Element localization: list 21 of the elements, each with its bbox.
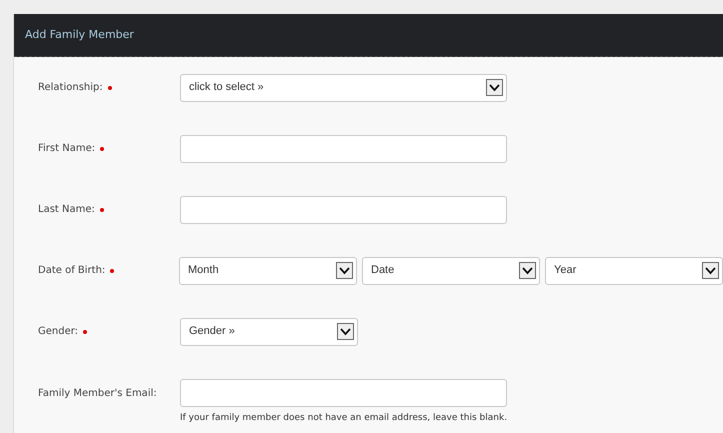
- chevron-down-icon: [702, 262, 719, 279]
- field-label: Relationship:: [38, 81, 103, 95]
- field-label: Gender:: [38, 325, 78, 339]
- text-field[interactable]: [180, 134, 507, 162]
- field-label: First Name:: [38, 142, 96, 156]
- select-field[interactable]: Date: [362, 256, 540, 284]
- field-label: Date of Birth:: [38, 264, 106, 278]
- panel-title: Add Family Member: [25, 26, 134, 43]
- chevron-down-icon: [336, 262, 353, 279]
- chevron-down-icon: [519, 262, 536, 279]
- chevron-down-icon: [486, 79, 503, 96]
- field-label: Last Name:: [38, 203, 95, 217]
- field-label: Family Member's Email:: [38, 386, 157, 400]
- select-field[interactable]: Month: [179, 256, 357, 284]
- select-field[interactable]: Year: [545, 256, 723, 284]
- select-field[interactable]: click to select »: [180, 74, 507, 102]
- text-field[interactable]: [180, 196, 507, 224]
- field-hint: If your family member does not have an email address, leave this blank.: [180, 412, 508, 425]
- chevron-down-icon: [337, 323, 354, 340]
- select-field[interactable]: Gender »: [180, 318, 358, 346]
- text-field[interactable]: [180, 379, 507, 407]
